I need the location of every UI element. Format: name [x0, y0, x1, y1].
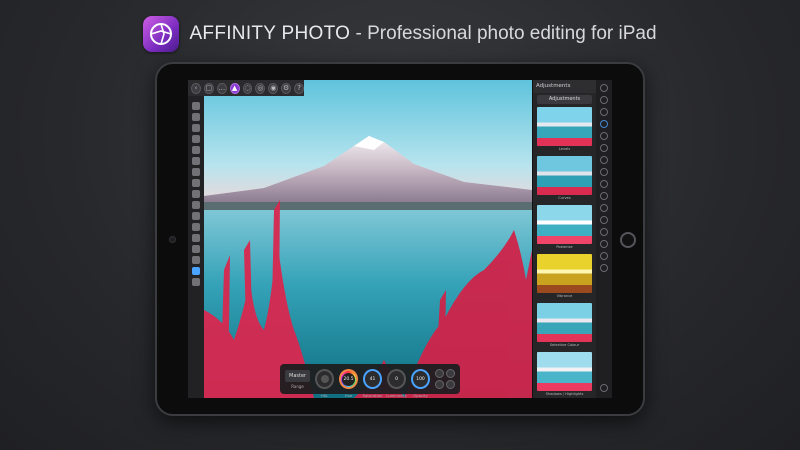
preset-thumb-shadows-highlights[interactable] — [537, 352, 592, 391]
hue-label: Hue — [344, 393, 353, 398]
studio-title: Adjustments — [533, 80, 596, 93]
persona-develop-icon[interactable]: ◎ — [255, 82, 266, 94]
brush-studio-icon[interactable] — [600, 108, 608, 116]
studio-icons-column — [596, 80, 612, 398]
header-separator: - — [350, 23, 368, 44]
clone-tool-icon[interactable] — [192, 212, 200, 220]
preset-label: Posterize — [556, 245, 573, 249]
pixel-tool-icon[interactable] — [192, 179, 200, 187]
camera-icon — [169, 236, 176, 243]
view-tool-icon[interactable] — [192, 102, 200, 110]
more-icon[interactable]: … — [216, 82, 227, 94]
add-icon[interactable] — [435, 369, 444, 378]
dodge-tool-icon[interactable] — [192, 201, 200, 209]
merge-icon[interactable] — [435, 380, 444, 389]
luminosity-label: Luminosity — [386, 393, 407, 398]
preset-label: Shadows / Highlights — [545, 392, 584, 396]
pen-tool-icon[interactable] — [192, 234, 200, 242]
persona-tone-icon[interactable]: ◉ — [268, 82, 279, 94]
layers-icon[interactable] — [600, 96, 608, 104]
settings-gear-icon[interactable]: ⚙ — [281, 82, 292, 94]
master-dropdown[interactable]: Master — [285, 369, 311, 382]
gradient-tool-icon[interactable] — [192, 267, 200, 275]
help-question-icon[interactable] — [600, 384, 608, 392]
stock-icon[interactable] — [600, 216, 608, 224]
zoom-tool-icon[interactable] — [192, 278, 200, 286]
swatches-icon[interactable] — [600, 132, 608, 140]
macro-icon[interactable] — [600, 252, 608, 260]
inpainting-tool-icon[interactable] — [192, 223, 200, 231]
preset-thumb-levels[interactable] — [537, 107, 592, 146]
persona-liquify-icon[interactable]: ◌ — [242, 82, 253, 94]
adjustments-selector[interactable]: Adjustments — [537, 95, 592, 104]
saturation-dial[interactable]: 41 Saturation — [363, 369, 382, 398]
back-icon[interactable]: ‹ — [191, 82, 201, 94]
preset-thumb-selective-colour[interactable] — [537, 303, 592, 342]
photo-canvas[interactable] — [204, 80, 532, 398]
histogram-icon[interactable] — [600, 180, 608, 188]
preset-label: Curves — [558, 196, 571, 200]
preset-thumb-vibrance[interactable] — [537, 254, 592, 293]
context-toolbar: Master Range HSL 20.5 Hue 41 Saturation … — [280, 364, 460, 398]
extra-buttons — [435, 369, 455, 389]
app-header: AFFINITY PHOTO - Professional photo edit… — [0, 14, 800, 54]
edit-icon[interactable] — [600, 84, 608, 92]
reset-icon[interactable] — [446, 380, 455, 389]
preset-thumb-curves[interactable] — [537, 156, 592, 195]
effects-icon[interactable] — [600, 192, 608, 200]
channels-icon[interactable] — [600, 168, 608, 176]
color-studio-icon[interactable] — [600, 120, 608, 128]
app-screen: ‹ ▢ … ▲ ◌ ◎ ◉ ⚙ ? Adjustments Adjustment… — [188, 80, 612, 398]
crop-tool-icon[interactable] — [192, 135, 200, 143]
erase-tool-icon[interactable] — [192, 190, 200, 198]
preset-label: Levels — [558, 147, 571, 151]
adjustments-studio: Adjustments Adjustments Levels Curves Po… — [532, 80, 596, 398]
hsl-label: HSL — [320, 393, 329, 398]
tools-panel — [188, 96, 204, 398]
help-icon[interactable]: ? — [294, 82, 305, 94]
styles-icon[interactable] — [600, 204, 608, 212]
hsl-swatch — [320, 375, 329, 383]
opacity-dial[interactable]: 100 Opacity — [411, 369, 430, 398]
document-icon[interactable]: ▢ — [203, 82, 214, 94]
header-title: AFFINITY PHOTO - Professional photo edit… — [189, 23, 656, 45]
range-label[interactable]: Range — [291, 384, 304, 389]
master-range-group: Master Range — [285, 369, 311, 389]
saturation-value: 41 — [369, 376, 376, 382]
color-picker-icon[interactable] — [192, 124, 200, 132]
opacity-label: Opacity — [413, 393, 428, 398]
persona-photo-icon[interactable]: ▲ — [229, 82, 240, 94]
header-tagline: Professional photo editing for iPad — [367, 23, 657, 44]
preset-label: Selective Colour — [549, 343, 580, 347]
snapping-icon[interactable] — [600, 240, 608, 248]
shape-tool-icon[interactable] — [192, 245, 200, 253]
history-icon[interactable] — [600, 144, 608, 152]
flood-select-icon[interactable] — [192, 157, 200, 165]
delete-icon[interactable] — [446, 369, 455, 378]
hsl-dial[interactable]: HSL — [315, 369, 335, 398]
selection-brush-icon[interactable] — [192, 146, 200, 154]
move-tool-icon[interactable] — [192, 113, 200, 121]
navigator-icon[interactable] — [600, 156, 608, 164]
paint-brush-icon[interactable] — [192, 168, 200, 176]
affinity-photo-logo-icon — [143, 16, 180, 52]
saturation-label: Saturation — [362, 393, 383, 398]
text-tool-icon[interactable] — [192, 256, 200, 264]
hue-dial[interactable]: 20.5 Hue — [339, 369, 359, 398]
brand-name: AFFINITY PHOTO — [189, 23, 351, 44]
library-icon[interactable] — [600, 264, 608, 272]
top-toolbar: ‹ ▢ … ▲ ◌ ◎ ◉ ⚙ ? — [188, 80, 305, 96]
luminosity-value: 0 — [395, 376, 398, 382]
hue-value: 20.5 — [342, 372, 356, 386]
transform-icon[interactable] — [600, 228, 608, 236]
luminosity-dial[interactable]: 0 Luminosity — [386, 369, 407, 398]
home-button[interactable] — [620, 232, 636, 248]
preset-thumb-posterize[interactable] — [537, 205, 592, 244]
opacity-value: 100 — [416, 376, 425, 382]
preset-label: Vibrance — [556, 294, 573, 298]
